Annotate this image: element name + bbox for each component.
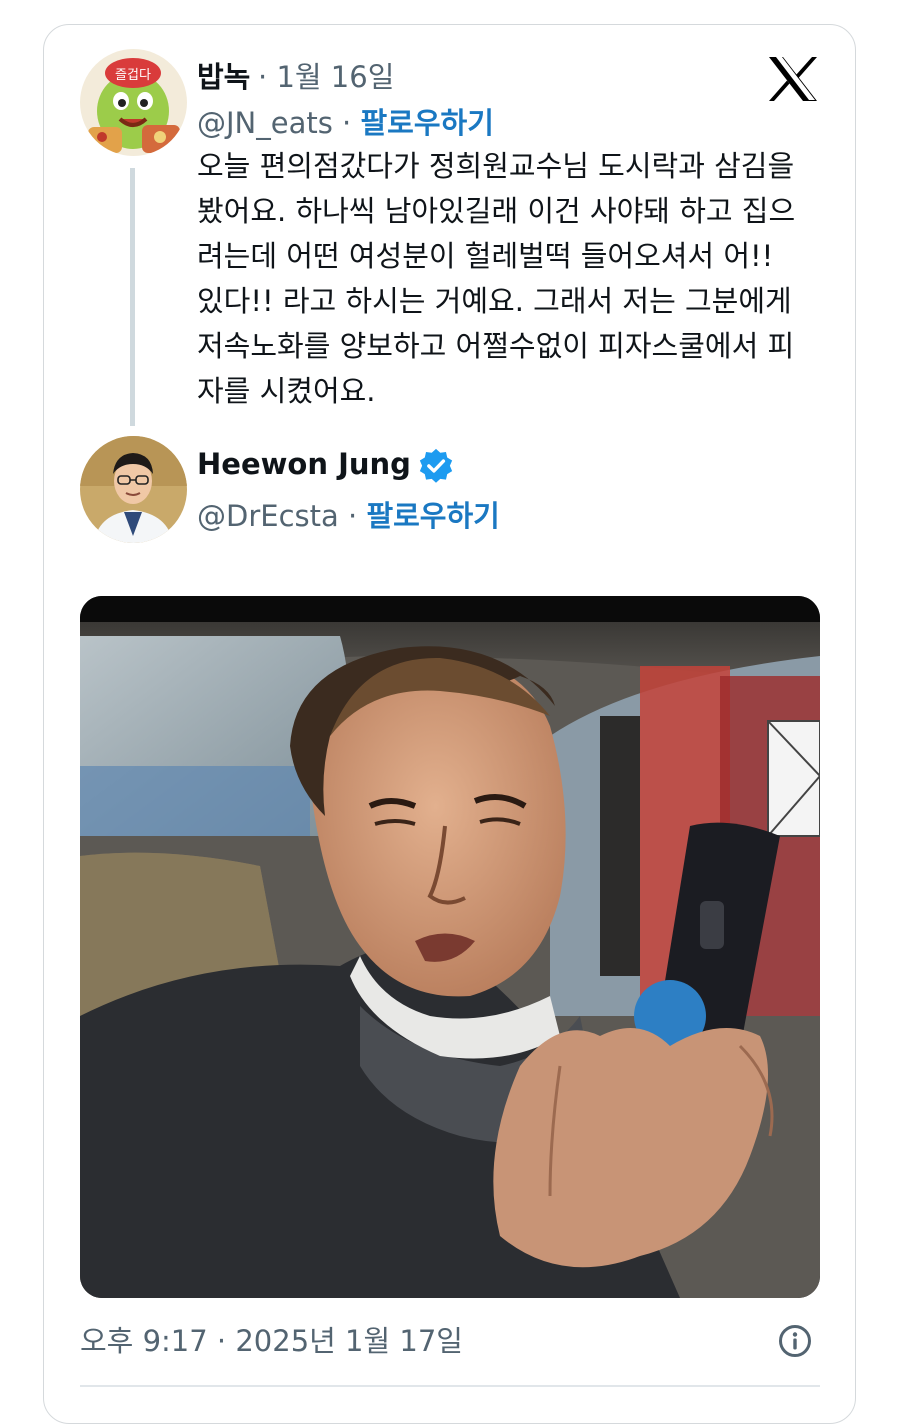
thread-connector-line	[130, 168, 135, 426]
info-icon[interactable]	[778, 1324, 812, 1358]
x-logo-icon[interactable]	[767, 55, 819, 103]
separator-dot: ·	[338, 499, 367, 533]
author-display-name[interactable]: Heewon Jung	[197, 447, 411, 481]
reply-date-line: · 1월 16일	[258, 54, 394, 96]
avatar-text: 즐겁다	[115, 68, 151, 83]
reply-handle[interactable]: @JN_eats	[197, 106, 333, 140]
footer-divider	[80, 1385, 820, 1387]
tweet-timestamp[interactable]: 오후 9:17 · 2025년 1월 17일	[80, 1318, 463, 1360]
reply-avatar[interactable]: 즐겁다	[80, 49, 187, 156]
verified-badge-icon	[419, 448, 453, 483]
reply-display-name[interactable]: 밥녹	[197, 54, 250, 96]
avatar-photo	[80, 436, 187, 543]
author-name-line: Heewon Jung	[197, 447, 455, 485]
reply-handle-line: @JN_eats · 팔로우하기	[197, 100, 494, 142]
author-avatar[interactable]	[80, 436, 187, 543]
reply-date[interactable]: 1월 16일	[276, 60, 394, 94]
reply-follow-button[interactable]: 팔로우하기	[361, 106, 494, 140]
separator-dot: ·	[258, 60, 277, 94]
avatar-illustration: 즐겁다	[80, 49, 187, 156]
author-handle[interactable]: @DrEcsta	[197, 499, 339, 533]
tweet-media-photo[interactable]	[80, 596, 820, 1298]
author-handle-line: @DrEcsta · 팔로우하기	[197, 493, 500, 535]
separator-dot: ·	[332, 106, 361, 140]
reply-tweet-text: 오늘 편의점갔다가 정희원교수님 도시락과 삼김을 봤어요. 하나씩 남아있길래…	[197, 149, 796, 408]
media-image	[80, 596, 820, 1298]
author-follow-button[interactable]: 팔로우하기	[366, 499, 499, 533]
